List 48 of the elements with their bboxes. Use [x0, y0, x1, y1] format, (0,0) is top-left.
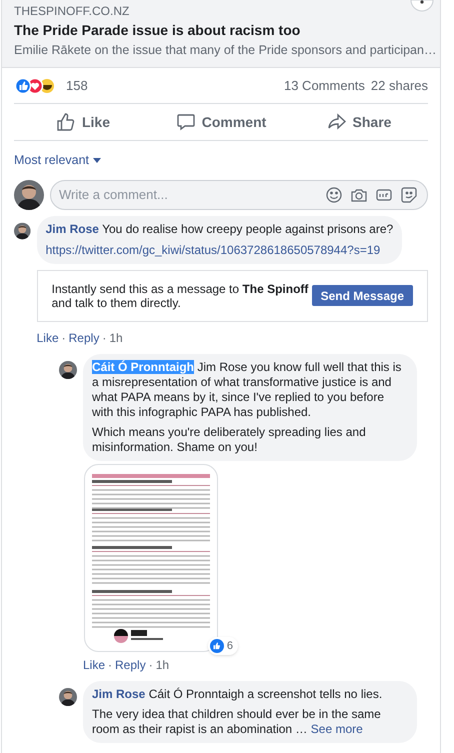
link-preview[interactable]: THESPINOFF.CO.NZ The Pride Parade issue is about racism too Emilie Rākete on the issue that many of the Pride sponsors and participan…: [2, 0, 440, 68]
avatar: [59, 688, 77, 706]
comment-text: Cáit Ó Pronntaigh Jim Rose you know full well that this is a misrepresentation of what transformative justice is and what PAPA means by it, since I've replied to you before with this infographic PAPA has published.: [92, 360, 402, 420]
shares-count[interactable]: 22 shares: [370, 76, 428, 96]
link-title[interactable]: The Pride Parade issue is about racism too: [14, 20, 428, 40]
comment-text: Jim Rose Cáit Ó Pronntaigh a screenshot tells no lies.: [92, 686, 384, 702]
share-button[interactable]: Share: [290, 104, 428, 140]
like-count-badge[interactable]: 6: [208, 636, 238, 655]
comment-text: Which means you're deliberately spreading lies and misinformation. Shame on you!: [92, 424, 367, 455]
separator-dot: ·: [148, 656, 153, 674]
comment-icon: [176, 112, 196, 132]
link-description: Emilie Rākete on the issue that many of the Pride sponsors and participan…: [14, 42, 436, 59]
author-link[interactable]: Cáit Ó Pronntaigh: [92, 360, 194, 374]
tweet-link[interactable]: https://twitter.com/gc_kiwi/status/1063728618650578944?s=19: [46, 242, 380, 258]
comment-text: The very idea that children should ever be in the same room as their rapist is an abomination … See more: [92, 706, 382, 737]
like-icon: [210, 638, 224, 653]
comment-field[interactable]: Write a comment...: [59, 185, 326, 204]
author-link[interactable]: Jim Rose: [92, 686, 146, 701]
prompt-text: Instantly send this as a message to The Spinoff and talk to them directly.: [52, 282, 310, 310]
separator-dot: ·: [108, 656, 112, 674]
sort-dropdown[interactable]: Most relevant: [14, 151, 102, 170]
see-more-link[interactable]: See more: [310, 722, 363, 736]
like-icon: [56, 112, 76, 132]
share-icon: [326, 112, 347, 132]
action-link[interactable]: Like: [36, 328, 59, 347]
comments-count[interactable]: 13 Comments: [284, 76, 365, 96]
avatar: [59, 360, 77, 379]
sticker-icon: [401, 186, 417, 203]
timestamp[interactable]: 1h: [109, 328, 123, 347]
comment-button[interactable]: Comment: [152, 104, 290, 140]
camera-icon: [351, 186, 367, 203]
reaction-count[interactable]: 158: [66, 76, 88, 96]
send-message-button[interactable]: Send Message: [312, 285, 413, 306]
comment-text: Jim Rose You do realise how creepy people against prisons are?: [46, 222, 394, 237]
separator-dot: ·: [62, 330, 66, 347]
action-link[interactable]: Reply: [68, 328, 100, 347]
caret-icon: [93, 158, 102, 163]
emoji-icon: [326, 186, 342, 203]
timestamp[interactable]: 1h: [156, 656, 170, 674]
gif-icon: [376, 186, 392, 203]
author-link[interactable]: Jim Rose: [46, 222, 99, 236]
separator-dot: ·: [102, 330, 106, 347]
action-link[interactable]: Reply: [115, 656, 146, 674]
link-domain: THESPINOFF.CO.NZ: [14, 3, 130, 19]
action-link[interactable]: Like: [83, 656, 106, 674]
comment-box[interactable]: Write a comment...: [50, 180, 428, 210]
avatar: [14, 180, 44, 210]
like-button[interactable]: Like: [14, 104, 152, 140]
